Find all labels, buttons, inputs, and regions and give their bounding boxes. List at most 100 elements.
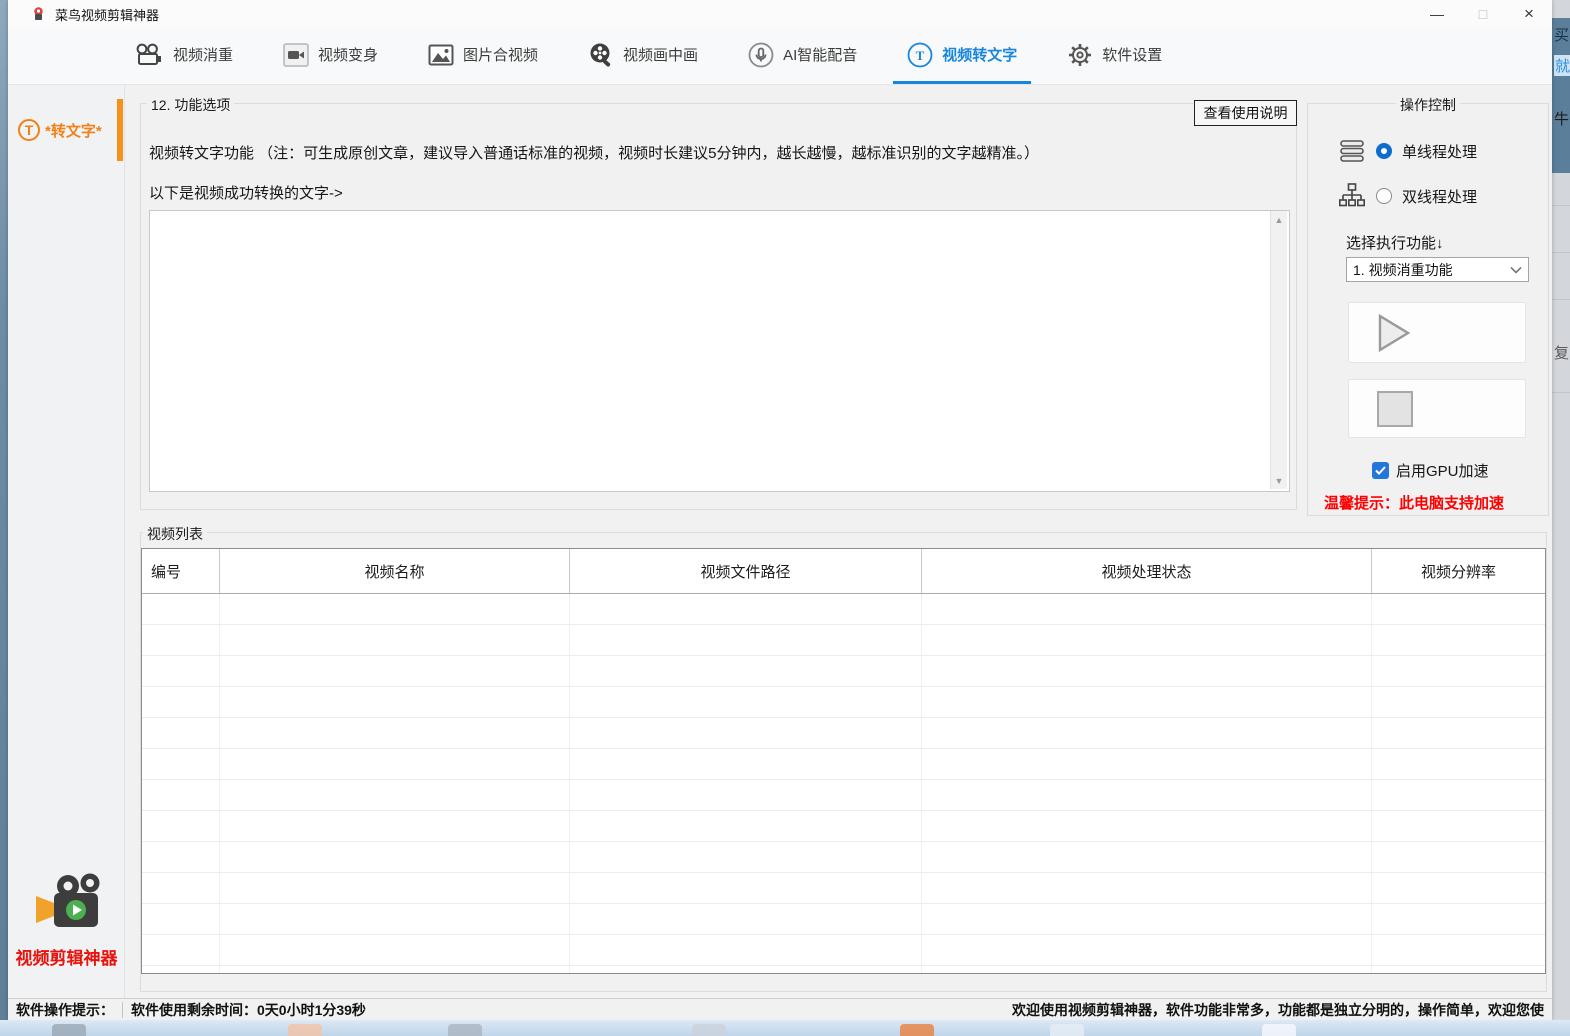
- table-cell: [220, 935, 570, 965]
- column-header-file-path[interactable]: 视频文件路径: [570, 549, 922, 593]
- table-cell: [1372, 780, 1545, 810]
- table-cell: [922, 687, 1372, 717]
- svg-text:T: T: [916, 48, 925, 63]
- start-button[interactable]: [1348, 302, 1526, 363]
- table-row[interactable]: [142, 718, 1545, 749]
- scroll-down-icon[interactable]: ▼: [1271, 472, 1287, 489]
- taskbar-icon[interactable]: [288, 1024, 322, 1036]
- status-prefix-label: 软件操作提示：: [8, 1000, 122, 1020]
- minimize-button[interactable]: —: [1414, 0, 1460, 28]
- textarea-scrollbar[interactable]: ▲ ▼: [1270, 211, 1287, 489]
- table-cell: [1372, 966, 1545, 974]
- table-cell: [142, 625, 220, 655]
- tab-label: AI智能配音: [783, 44, 857, 65]
- play-icon: [1377, 313, 1411, 353]
- table-row[interactable]: [142, 811, 1545, 842]
- table-row[interactable]: [142, 780, 1545, 811]
- stop-icon: [1377, 391, 1413, 427]
- table-cell: [220, 904, 570, 934]
- table-header-row: 编号 视频名称 视频文件路径 视频处理状态 视频分辨率: [142, 549, 1545, 594]
- background-partial-glyph: 牛: [1554, 108, 1569, 129]
- sidebar-item-label: *转文字*: [45, 120, 102, 141]
- stop-button[interactable]: [1348, 379, 1526, 438]
- sidebar-item-to-text[interactable]: T *转文字*: [8, 99, 125, 161]
- table-cell: [922, 625, 1372, 655]
- video-camera-icon: [283, 43, 309, 67]
- tab-settings[interactable]: 软件设置: [1053, 28, 1176, 84]
- single-thread-icon: [1338, 138, 1366, 164]
- table-cell: [142, 842, 220, 872]
- video-list-table[interactable]: 编号 视频名称 视频文件路径 视频处理状态 视频分辨率: [141, 548, 1546, 974]
- table-row[interactable]: [142, 904, 1545, 935]
- table-row[interactable]: [142, 842, 1545, 873]
- table-cell: [220, 594, 570, 624]
- table-cell: [1372, 873, 1545, 903]
- table-row[interactable]: [142, 625, 1545, 656]
- table-cell: [570, 687, 922, 717]
- maximize-button[interactable]: □: [1460, 0, 1506, 28]
- radio-label: 双线程处理: [1402, 186, 1477, 207]
- function-dropdown[interactable]: 1. 视频消重功能: [1346, 257, 1529, 282]
- table-cell: [220, 718, 570, 748]
- gpu-checkbox-label: 启用GPU加速: [1396, 460, 1489, 481]
- taskbar-icon[interactable]: [900, 1024, 934, 1036]
- column-header-resolution[interactable]: 视频分辨率: [1372, 549, 1545, 593]
- column-header-number[interactable]: 编号: [142, 549, 220, 593]
- result-label: 以下是视频成功转换的文字->: [149, 182, 343, 203]
- dual-thread-option[interactable]: 双线程处理: [1338, 182, 1477, 210]
- tab-video-transform[interactable]: 视频变身: [269, 28, 392, 84]
- table-cell: [570, 935, 922, 965]
- table-cell: [922, 842, 1372, 872]
- select-function-label: 选择执行功能↓: [1346, 232, 1444, 253]
- table-cell: [220, 842, 570, 872]
- table-row[interactable]: [142, 749, 1545, 780]
- gpu-acceleration-option[interactable]: 启用GPU加速: [1372, 460, 1489, 481]
- feature-description: 视频转文字功能 （注：可生成原创文章，建议导入普通话标准的视频，视频时长建议5分…: [149, 142, 1039, 163]
- tab-image-to-video[interactable]: 图片合视频: [414, 28, 552, 84]
- table-cell: [922, 904, 1372, 934]
- table-cell: [220, 687, 570, 717]
- gpu-checkbox[interactable]: [1372, 462, 1389, 479]
- taskbar-icon[interactable]: [52, 1024, 86, 1036]
- table-cell: [142, 873, 220, 903]
- tab-video-dedup[interactable]: 视频消重: [120, 28, 247, 84]
- group-title: 12. 功能选项: [147, 95, 234, 115]
- active-item-accent-bar: [117, 99, 123, 161]
- logo-text: 视频剪辑神器: [8, 944, 125, 969]
- tab-video-pip[interactable]: 视频画中画: [574, 28, 712, 84]
- radio-dual-thread[interactable]: [1376, 188, 1392, 204]
- movie-camera-icon: [134, 43, 164, 67]
- taskbar-icon[interactable]: [1050, 1024, 1084, 1036]
- table-row[interactable]: [142, 873, 1545, 904]
- welcome-message: 欢迎使用视频剪辑神器，软件功能非常多，功能都是独立分明的，操作简单，欢迎您使: [1004, 1000, 1552, 1020]
- close-button[interactable]: ×: [1506, 0, 1552, 28]
- tab-video-to-text[interactable]: T 视频转文字: [893, 28, 1031, 84]
- taskbar-icon[interactable]: [692, 1024, 726, 1036]
- background-window-left-sliver: [0, 0, 8, 1020]
- table-row[interactable]: [142, 594, 1545, 625]
- film-reel-icon: [588, 42, 614, 68]
- taskbar-icon[interactable]: [448, 1024, 482, 1036]
- table-row[interactable]: [142, 687, 1545, 718]
- table-cell: [570, 904, 922, 934]
- transcript-textarea[interactable]: [149, 210, 1290, 492]
- microphone-icon: [748, 42, 774, 68]
- app-window: 菜鸟视频剪辑神器 — □ × 视频消重 视频变身: [8, 0, 1552, 1020]
- column-header-video-name[interactable]: 视频名称: [220, 549, 570, 593]
- table-cell: [570, 625, 922, 655]
- os-taskbar-sliver: [0, 1020, 1570, 1036]
- tab-ai-voice[interactable]: AI智能配音: [734, 28, 871, 84]
- single-thread-option[interactable]: 单线程处理: [1338, 138, 1477, 164]
- tab-label: 视频画中画: [623, 44, 698, 65]
- radio-label: 单线程处理: [1402, 141, 1477, 162]
- content-area: T *转文字* 视频剪辑神器 12. 功能选项 查看使用说明 视频转文字功能: [8, 85, 1552, 998]
- column-header-status[interactable]: 视频处理状态: [922, 549, 1372, 593]
- taskbar-icon[interactable]: [1262, 1024, 1296, 1036]
- table-row[interactable]: [142, 656, 1545, 687]
- table-row[interactable]: [142, 935, 1545, 966]
- view-instructions-button[interactable]: 查看使用说明: [1194, 100, 1297, 126]
- letter-t-circle-icon: T: [18, 119, 40, 141]
- table-row[interactable]: [142, 966, 1545, 974]
- radio-single-thread[interactable]: [1376, 143, 1392, 159]
- scroll-up-icon[interactable]: ▲: [1271, 211, 1287, 228]
